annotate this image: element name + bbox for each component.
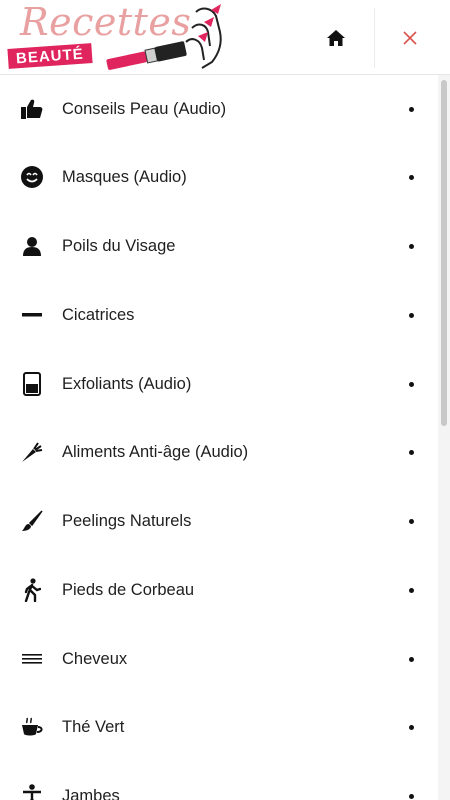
carrot-icon	[20, 440, 44, 464]
menu-item-aliments-anti-age[interactable]: Aliments Anti-âge (Audio)	[0, 418, 436, 486]
app-header: Recettes BEAUTÉ	[0, 0, 450, 75]
menu-item-bullet	[409, 793, 414, 799]
walking-icon	[20, 578, 44, 602]
menu-item-peelings-naturels[interactable]: Peelings Naturels	[0, 487, 436, 555]
menu-item-label: Conseils Peau (Audio)	[62, 99, 227, 118]
menu-item-cheveux[interactable]: Cheveux	[0, 625, 436, 693]
menu-item-jambes[interactable]: Jambes	[0, 762, 436, 800]
menu-item-the-vert[interactable]: Thé Vert	[0, 693, 436, 761]
menu-item-label: Cheveux	[62, 649, 128, 668]
scrollbar-thumb[interactable]	[441, 80, 447, 426]
menu-item-poils-visage[interactable]: Poils du Visage	[0, 212, 436, 280]
tea-cup-icon	[20, 715, 44, 739]
menu-item-label: Jambes	[62, 786, 120, 800]
menu-item-label: Masques (Audio)	[62, 167, 187, 186]
menu-item-bullet	[409, 656, 414, 662]
menu-item-pieds-corbeau[interactable]: Pieds de Corbeau	[0, 556, 436, 624]
menu-item-bullet	[409, 518, 414, 524]
menu-item-bullet	[409, 243, 414, 249]
menu-item-bullet	[409, 449, 414, 455]
home-icon	[327, 30, 345, 46]
menu-item-label: Poils du Visage	[62, 236, 176, 255]
smile-face-icon	[20, 165, 44, 189]
menu-item-bullet	[409, 312, 414, 318]
home-button[interactable]	[318, 22, 354, 54]
menu-item-bullet	[409, 174, 414, 180]
brand-logo[interactable]: Recettes BEAUTÉ	[6, 0, 228, 72]
header-divider	[374, 8, 375, 68]
menu-item-label: Cicatrices	[62, 305, 135, 324]
lipstick-hand-illustration	[106, 4, 222, 70]
menu-item-bullet	[409, 587, 414, 593]
side-menu: Conseils Peau (Audio) Masques (Audio) Po…	[0, 75, 450, 800]
jar-icon	[20, 372, 44, 396]
lines-icon	[20, 647, 44, 671]
menu-item-label: Pieds de Corbeau	[62, 580, 195, 599]
menu-item-conseils-peau[interactable]: Conseils Peau (Audio)	[0, 75, 436, 143]
menu-item-label: Aliments Anti-âge (Audio)	[62, 442, 249, 461]
menu-item-masques[interactable]: Masques (Audio)	[0, 143, 436, 211]
menu-item-bullet	[409, 106, 414, 112]
close-icon	[403, 31, 417, 45]
standing-person-icon	[20, 784, 44, 800]
menu-item-bullet	[409, 381, 414, 387]
menu-item-label: Thé Vert	[62, 717, 125, 736]
person-icon	[20, 234, 44, 258]
minus-icon	[20, 303, 44, 327]
thumbs-up-icon	[20, 97, 44, 121]
paint-brush-icon	[20, 509, 44, 533]
menu-item-label: Peelings Naturels	[62, 511, 192, 530]
menu-item-bullet	[409, 724, 414, 730]
menu-item-cicatrices[interactable]: Cicatrices	[0, 281, 436, 349]
menu-item-exfoliants[interactable]: Exfoliants (Audio)	[0, 350, 436, 418]
close-button[interactable]	[394, 22, 426, 54]
menu-item-label: Exfoliants (Audio)	[62, 374, 192, 393]
